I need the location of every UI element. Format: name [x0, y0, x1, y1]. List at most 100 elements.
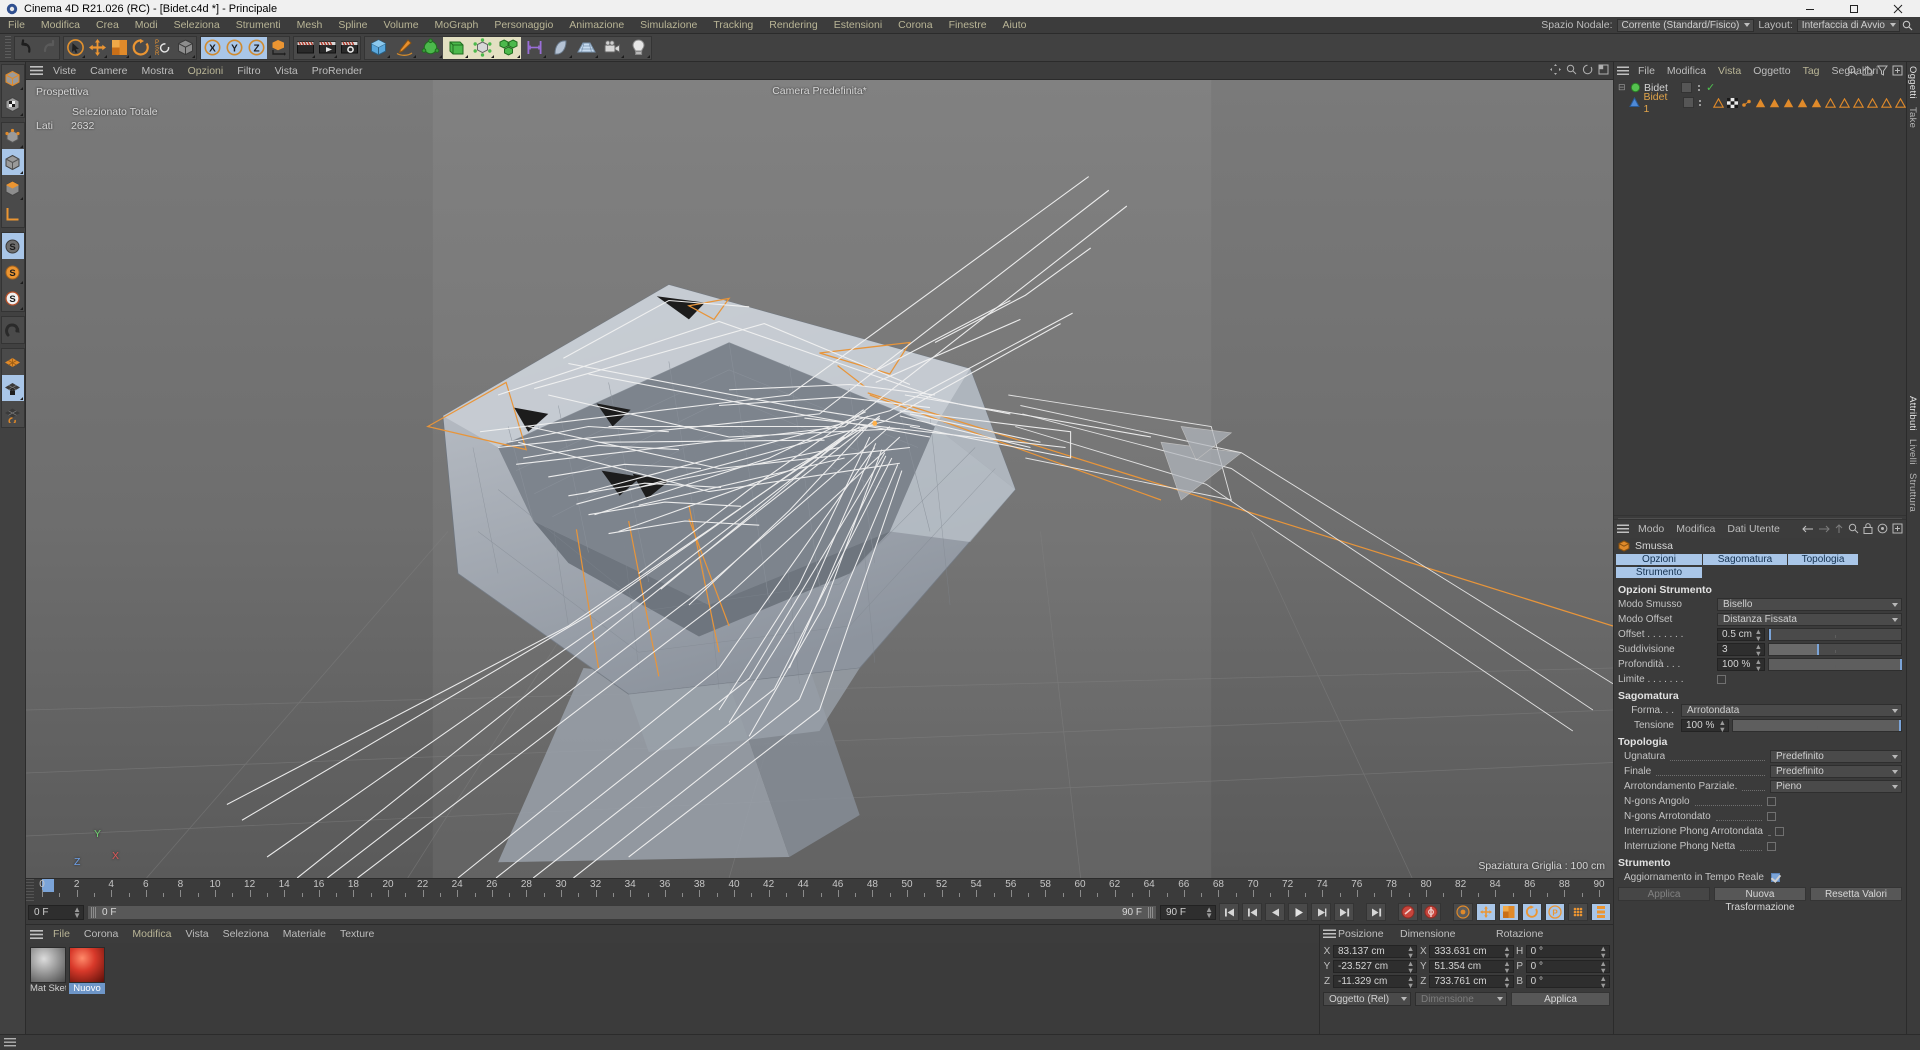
menu-item-modifica[interactable]: Modifica: [33, 17, 88, 34]
world-object-axis-button[interactable]: [174, 37, 196, 59]
lock-y-axis[interactable]: Y: [223, 37, 245, 59]
tab-strumento[interactable]: Strumento: [1616, 567, 1702, 578]
play-button[interactable]: [1288, 903, 1308, 921]
add-generator-button[interactable]: [417, 37, 443, 59]
menu-item-estensioni[interactable]: Estensioni: [826, 17, 890, 34]
rotate-tool[interactable]: [130, 37, 152, 59]
search-icon[interactable]: [1847, 65, 1858, 76]
menu-item-rendering[interactable]: Rendering: [761, 17, 825, 34]
menu-item-tracking[interactable]: Tracking: [705, 17, 761, 34]
timeline-settings-button[interactable]: [1591, 903, 1611, 921]
menu-item-file[interactable]: File: [0, 17, 33, 34]
render-settings-button[interactable]: [338, 37, 360, 59]
object-dots-icon[interactable]: [1697, 97, 1705, 109]
render-to-picture-viewer-button[interactable]: [316, 37, 338, 59]
realtime-update-checkbox[interactable]: [1771, 873, 1780, 882]
spinner-icon[interactable]: ▲▼: [1600, 946, 1607, 959]
record-parameter-button[interactable]: [1568, 903, 1588, 921]
spinner-icon[interactable]: ▲▼: [73, 907, 81, 919]
rail-tab-livelli[interactable]: Livelli: [1907, 435, 1918, 469]
round-phong-break-checkbox[interactable]: [1775, 827, 1784, 836]
viewport-pan-icon[interactable]: [1550, 64, 1561, 75]
menu-item-simulazione[interactable]: Simulazione: [632, 17, 705, 34]
size-y-field[interactable]: 51.354 cm▲▼: [1429, 960, 1513, 973]
new-layer-icon[interactable]: [1892, 65, 1903, 76]
selection-tag-9[interactable]: [1867, 98, 1878, 108]
texture-mode-button[interactable]: [2, 91, 24, 117]
prev-key-button[interactable]: [1242, 903, 1262, 921]
add-camera-button[interactable]: [599, 37, 625, 59]
prev-frame-button[interactable]: [1265, 903, 1285, 921]
object-dots-icon[interactable]: [1695, 82, 1703, 94]
menu-item-personaggio[interactable]: Personaggio: [486, 17, 561, 34]
offset-mode-select[interactable]: Distanza Fissata: [1717, 613, 1902, 626]
timeline-start-field[interactable]: 0 F ▲▼: [28, 905, 84, 920]
tab-sagomatura[interactable]: Sagomatura: [1703, 554, 1787, 565]
lock-x-axis[interactable]: X: [201, 37, 223, 59]
scale-tool[interactable]: [108, 37, 130, 59]
spinner-icon[interactable]: ▲▼: [1755, 629, 1762, 642]
rail-tab-struttura[interactable]: Struttura: [1907, 469, 1918, 516]
hard-phong-break-checkbox[interactable]: [1767, 842, 1776, 851]
add-deformer-2-button[interactable]: [547, 37, 573, 59]
spinner-icon[interactable]: ▲▼: [1503, 976, 1510, 989]
menu-item-strumenti[interactable]: Strumenti: [228, 17, 289, 34]
selection-tag-2[interactable]: [1769, 98, 1780, 108]
object-visibility-box[interactable]: [1681, 82, 1692, 93]
new-transform-button[interactable]: Nuova Trasformazione: [1714, 887, 1806, 901]
material-menu-vista[interactable]: Vista: [178, 925, 215, 943]
timeline-range-bar[interactable]: 0 F 90 F: [87, 905, 1157, 920]
record-pla-button[interactable]: P: [1545, 903, 1565, 921]
viewport-menu-vista[interactable]: Vista: [268, 62, 305, 80]
tension-field[interactable]: 100 %▲▼: [1681, 719, 1729, 732]
new-tab-icon[interactable]: [1892, 523, 1903, 534]
record-icon[interactable]: [1877, 523, 1888, 534]
reset-values-button[interactable]: Resetta Valori: [1810, 887, 1902, 901]
corner-ngons-checkbox[interactable]: [1767, 797, 1776, 806]
spinner-icon[interactable]: ▲▼: [1205, 907, 1213, 919]
rail-tab-attributi[interactable]: Attributi: [1907, 392, 1918, 435]
object-menu-oggetto[interactable]: Oggetto: [1747, 62, 1796, 80]
spinner-icon[interactable]: ▲▼: [1407, 976, 1414, 989]
object-menu-modifica[interactable]: Modifica: [1661, 62, 1712, 80]
goto-start-button[interactable]: [1219, 903, 1239, 921]
enable-snap-button[interactable]: S: [2, 259, 24, 285]
add-light-button[interactable]: [625, 37, 651, 59]
forward-arrow-icon[interactable]: [1818, 524, 1830, 534]
record-active-objects-button[interactable]: [1398, 903, 1418, 921]
add-scene-object-button[interactable]: [521, 37, 547, 59]
timeline-end-field[interactable]: 90 F ▲▼: [1160, 905, 1216, 920]
menu-item-aiuto[interactable]: Aiuto: [995, 17, 1035, 34]
viewport-maximize-icon[interactable]: [1598, 64, 1609, 75]
spinner-icon[interactable]: ▲▼: [1755, 644, 1762, 657]
close-button[interactable]: [1876, 0, 1920, 17]
redo-button[interactable]: [37, 37, 59, 59]
snap-settings-button[interactable]: [2, 317, 24, 343]
round-ngons-checkbox[interactable]: [1767, 812, 1776, 821]
expand-toggle-icon[interactable]: ⊟: [1618, 82, 1627, 93]
object-menu-tag[interactable]: Tag: [1797, 62, 1826, 80]
size-z-field[interactable]: 733.761 cm▲▼: [1429, 975, 1513, 988]
viewport-zoom-icon[interactable]: [1566, 64, 1577, 75]
coordinate-mode-select[interactable]: Oggetto (Rel): [1323, 992, 1411, 1006]
offset-field[interactable]: 0.5 cm▲▼: [1717, 628, 1765, 641]
material-menu-texture[interactable]: Texture: [333, 925, 381, 943]
depth-slider[interactable]: [1768, 658, 1902, 671]
coordinates-apply-button[interactable]: Applica: [1511, 992, 1610, 1006]
viewport-menu-filtro[interactable]: Filtro: [230, 62, 267, 80]
selection-tag-3[interactable]: [1783, 98, 1794, 108]
selection-tag-1[interactable]: [1755, 98, 1766, 108]
menu-item-finestre[interactable]: Finestre: [941, 17, 995, 34]
spinner-icon[interactable]: ▲▼: [1755, 659, 1762, 672]
rotation-h-field[interactable]: 0 °▲▼: [1526, 945, 1610, 958]
material-menu-modifica[interactable]: Modifica: [125, 925, 178, 943]
spinner-icon[interactable]: ▲▼: [1407, 946, 1414, 959]
select-tool[interactable]: [64, 37, 86, 59]
enable-axis-modification-button[interactable]: S: [2, 233, 24, 259]
next-key-button[interactable]: [1334, 903, 1354, 921]
selection-tag-5[interactable]: [1811, 98, 1822, 108]
layout-select[interactable]: Interfaccia di Avvio: [1797, 19, 1900, 32]
mitering-select[interactable]: Predefinito: [1770, 750, 1902, 763]
timeline-grip[interactable]: [26, 879, 34, 901]
add-array-button[interactable]: [495, 37, 521, 59]
